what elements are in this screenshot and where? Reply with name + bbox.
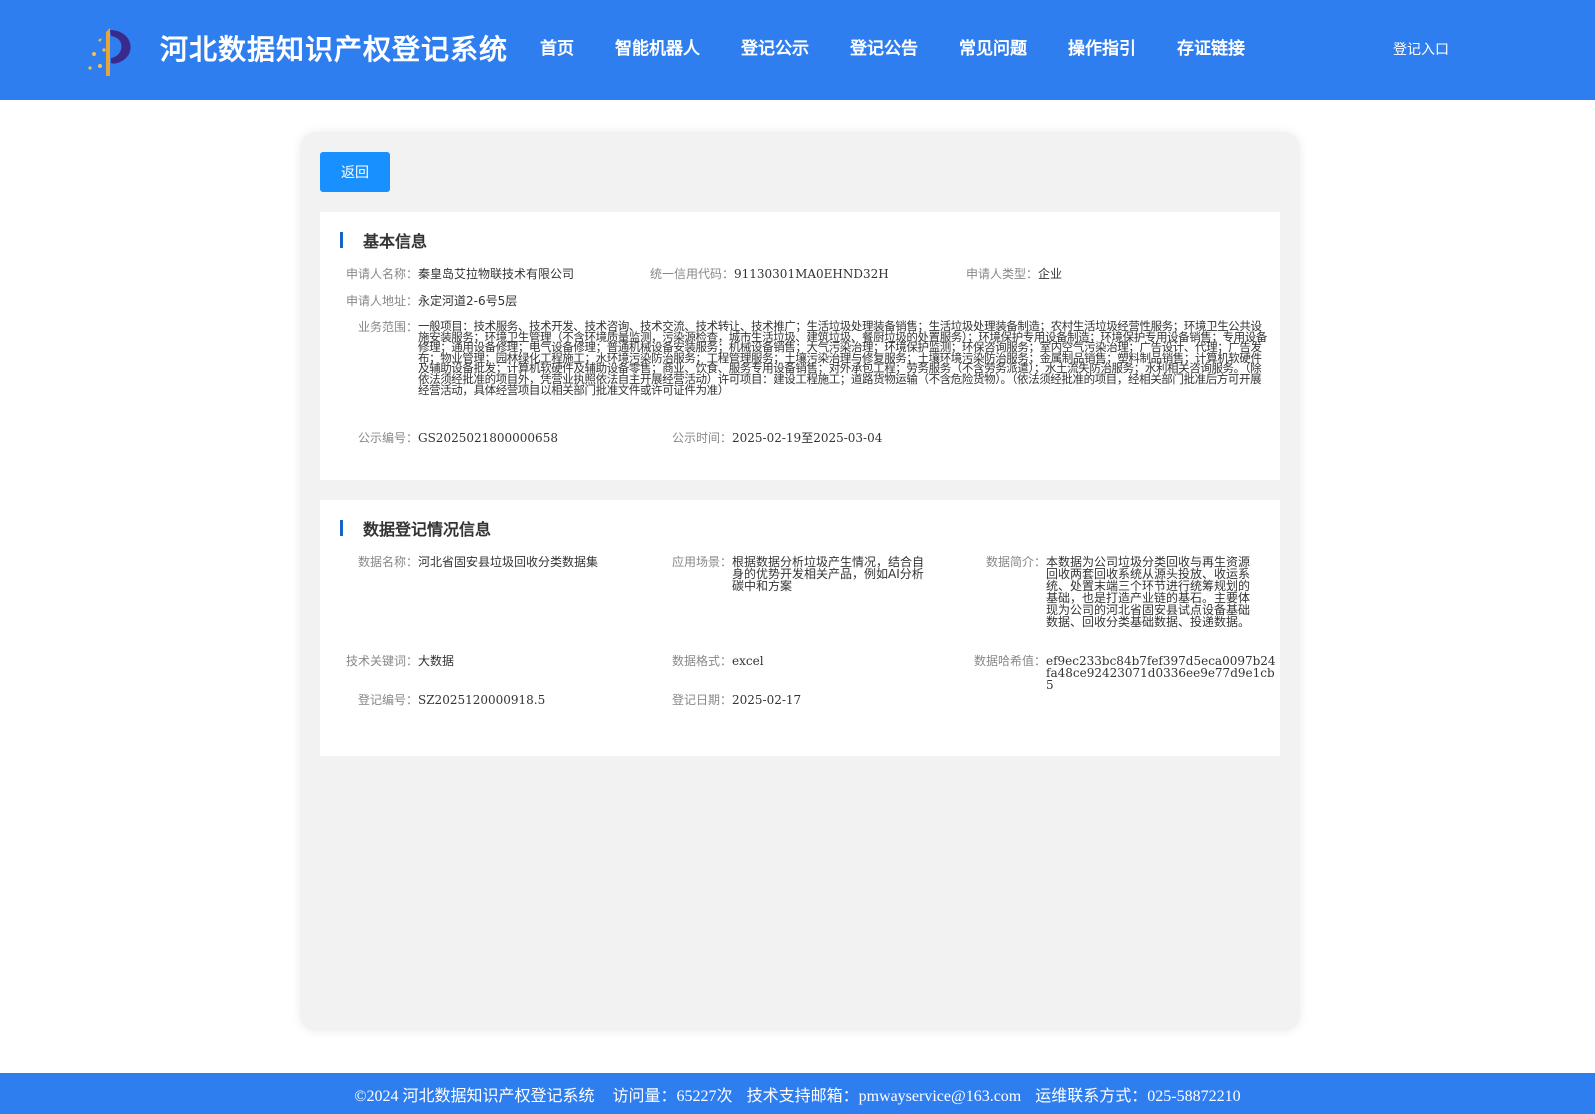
field-credit-code: 统一信用代码： 91130301MA0EHND32H: [642, 268, 889, 280]
value-applicant-name: 秦皇岛艾拉物联技术有限公司: [418, 267, 575, 281]
basic-info-panel: 基本信息 申请人名称： 秦皇岛艾拉物联技术有限公司 统一信用代码： 911303…: [320, 212, 1280, 480]
label-format: 数据格式：: [671, 654, 732, 668]
field-reg-date: 登记日期： 2025-02-17: [660, 694, 801, 706]
value-keywords: 大数据: [418, 654, 455, 668]
field-reg-no: 登记编号： SZ2025120000918.5: [346, 694, 545, 706]
field-keywords: 技术关键词： 大数据: [346, 655, 454, 667]
label-applicant-type: 申请人类型：: [966, 267, 1039, 281]
field-data-name: 数据名称： 河北省固安县垃圾回收分类数据集: [346, 556, 598, 568]
value-format: excel: [732, 654, 764, 668]
field-notice-no: 公示编号： GS2025021800000658: [346, 432, 558, 444]
label-business-scope: 业务范围：: [357, 320, 418, 334]
nav-robot[interactable]: 智能机器人: [615, 34, 700, 59]
label-reg-date: 登记日期：: [671, 693, 732, 707]
label-notice-no: 公示编号：: [357, 431, 418, 445]
field-applicant-type: 申请人类型： 企业: [966, 268, 1062, 280]
footer: ©2024 河北数据知识产权登记系统 访问量：65227次 技术支持邮箱：pmw…: [0, 1073, 1595, 1114]
value-notice-no: GS2025021800000658: [418, 431, 558, 445]
value-applicant-type: 企业: [1038, 267, 1063, 281]
nav-publicity[interactable]: 登记公示: [741, 34, 809, 59]
section-title-text: 基本信息: [363, 232, 428, 251]
login-link[interactable]: 登记入口: [1393, 39, 1449, 59]
logo-icon: [88, 28, 131, 76]
field-intro: 数据简介： 本数据为公司垃圾分类回收与再生资源回收两套回收系统从源头投放、收运系…: [974, 556, 1250, 628]
value-business-scope: 一般项目：技术服务、技术开发、技术咨询、技术交流、技术转让、技术推广；生活垃圾处…: [418, 319, 1267, 397]
nav-guide[interactable]: 操作指引: [1068, 34, 1136, 59]
label-hash: 数据哈希值：: [973, 654, 1046, 668]
field-applicant-name: 申请人名称： 秦皇岛艾拉物联技术有限公司: [346, 268, 574, 280]
nav-home[interactable]: 首页: [540, 34, 574, 59]
field-business-scope: 业务范围： 一般项目：技术服务、技术开发、技术咨询、技术交流、技术转让、技术推广…: [346, 319, 1268, 397]
field-format: 数据格式： excel: [660, 655, 764, 667]
main-nav: 首页 智能机器人 登记公示 登记公告 常见问题 操作指引 存证链接: [540, 34, 1286, 59]
footer-copyright: ©2024 河北数据知识产权登记系统: [354, 1087, 595, 1105]
label-reg-no: 登记编号：: [357, 693, 418, 707]
value-intro: 本数据为公司垃圾分类回收与再生资源回收两套回收系统从源头投放、收运系统、处置末端…: [1046, 555, 1251, 629]
nav-faq[interactable]: 常见问题: [959, 34, 1027, 59]
label-applicant-name: 申请人名称：: [346, 267, 419, 281]
back-button[interactable]: 返回: [320, 152, 390, 192]
data-info-panel: 数据登记情况信息 数据名称： 河北省固安县垃圾回收分类数据集 应用场景： 根据数…: [320, 500, 1280, 756]
label-credit-code: 统一信用代码：: [649, 267, 734, 281]
field-scene: 应用场景： 根据数据分析垃圾产生情况，结合自身的优势开发相关产品，例如AI分析碳…: [660, 556, 934, 592]
site-title: 河北数据知识产权登记系统: [160, 33, 509, 66]
label-address: 申请人地址：: [346, 294, 419, 308]
label-data-name: 数据名称：: [357, 555, 418, 569]
section-bar: [340, 520, 343, 536]
footer-contact: 运维联系方式：025-58872210: [1035, 1087, 1241, 1105]
field-hash: 数据哈希值： ef9ec233bc84b7fef397d5eca0097b24f…: [964, 655, 1276, 691]
value-reg-no: SZ2025120000918.5: [418, 693, 546, 707]
value-reg-date: 2025-02-17: [732, 693, 802, 707]
value-scene: 根据数据分析垃圾产生情况，结合自身的优势开发相关产品，例如AI分析碳中和方案: [732, 555, 925, 593]
value-notice-time: 2025-02-19至2025-03-04: [732, 431, 883, 445]
footer-visits: 访问量：65227次: [612, 1087, 733, 1105]
section-bar: [340, 232, 343, 248]
nav-announcement[interactable]: 登记公告: [850, 34, 918, 59]
top-header: 河北数据知识产权登记系统 首页 智能机器人 登记公示 登记公告 常见问题 操作指…: [0, 0, 1595, 100]
value-address: 永定河道2-6号5层: [418, 294, 518, 308]
section-title-basic: 基本信息: [340, 230, 428, 251]
label-keywords: 技术关键词：: [346, 654, 419, 668]
label-scene: 应用场景：: [671, 555, 732, 569]
value-data-name: 河北省固安县垃圾回收分类数据集: [418, 555, 599, 569]
label-intro: 数据简介：: [985, 555, 1046, 569]
section-title-data: 数据登记情况信息: [340, 518, 492, 539]
label-notice-time: 公示时间：: [671, 431, 732, 445]
field-notice-time: 公示时间： 2025-02-19至2025-03-04: [660, 432, 882, 444]
footer-email: 技术支持邮箱：pmwayservice@163.com: [746, 1087, 1022, 1105]
section-title-text: 数据登记情况信息: [363, 520, 492, 539]
field-address: 申请人地址： 永定河道2-6号5层: [346, 295, 517, 307]
value-credit-code: 91130301MA0EHND32H: [734, 267, 889, 281]
nav-evidence-link[interactable]: 存证链接: [1177, 34, 1245, 59]
value-hash: ef9ec233bc84b7fef397d5eca0097b24fa48ce92…: [1046, 654, 1276, 692]
